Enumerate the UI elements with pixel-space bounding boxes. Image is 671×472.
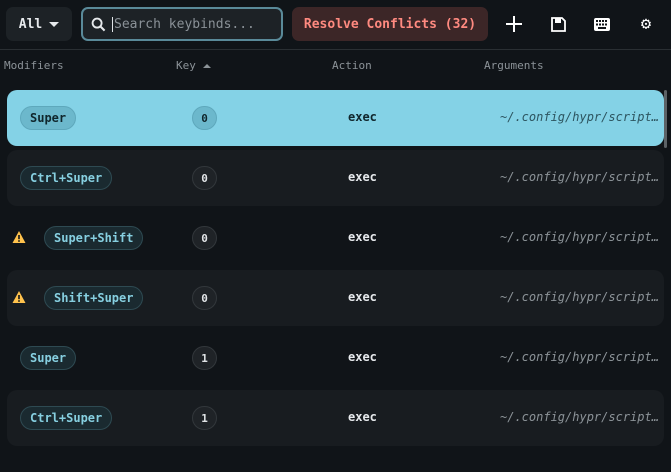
add-icon[interactable]: [502, 12, 526, 36]
action-text: exec: [348, 230, 377, 244]
resolve-conflicts-button[interactable]: Resolve Conflicts (32): [292, 7, 488, 41]
header-action[interactable]: Action: [332, 59, 372, 72]
arguments-text: ~/.config/hypr/scripts…: [500, 350, 662, 364]
modifier-badge: Ctrl+Super: [20, 406, 113, 430]
action-text: exec: [348, 290, 377, 304]
chevron-down-icon: [49, 21, 60, 27]
header-key-label: Key: [176, 59, 196, 72]
arguments-text: ~/.config/hypr/scripts…: [500, 170, 662, 184]
search-input[interactable]: [112, 16, 272, 32]
key-badge: 1: [192, 406, 217, 430]
key-badge: 0: [192, 166, 217, 190]
header-modifiers[interactable]: Modifiers: [4, 59, 64, 72]
scrollbar[interactable]: [664, 90, 667, 148]
search-icon: [91, 17, 106, 31]
filter-label: All: [18, 16, 43, 32]
sort-ascending-icon: [202, 63, 211, 68]
modifier-badge: Super+Shift: [44, 226, 144, 250]
settings-gear-icon[interactable]: ⚙: [634, 12, 658, 36]
arguments-text: ~/.config/hypr/scripts…: [500, 410, 662, 424]
table-row[interactable]: Super 1 exec ~/.config/hypr/scripts…: [7, 330, 664, 386]
toolbar-divider: [0, 49, 671, 50]
table-row[interactable]: Super 0 exec ~/.config/hypr/scripts…: [7, 90, 664, 146]
table-row[interactable]: Super+Shift 0 exec ~/.config/hypr/script…: [7, 210, 664, 266]
keyboard-icon[interactable]: [590, 12, 614, 36]
warning-icon: [12, 291, 26, 303]
modifier-badge: Super: [20, 346, 77, 370]
action-text: exec: [348, 110, 377, 124]
arguments-text: ~/.config/hypr/scripts…: [500, 290, 662, 304]
table-row[interactable]: Ctrl+Super 1 exec ~/.config/hypr/scripts…: [7, 390, 664, 446]
modifier-badge: Shift+Super: [44, 286, 144, 310]
modifier-badge: Super: [20, 106, 77, 130]
action-text: exec: [348, 170, 377, 184]
key-badge: 0: [192, 106, 217, 130]
filter-dropdown[interactable]: All: [6, 7, 72, 41]
header-key[interactable]: Key: [176, 59, 211, 72]
arguments-text: ~/.config/hypr/scripts…: [500, 230, 662, 244]
modifier-badge: Ctrl+Super: [20, 166, 113, 190]
key-badge: 0: [192, 226, 217, 250]
table-row[interactable]: Ctrl+Super 0 exec ~/.config/hypr/scripts…: [7, 150, 664, 206]
key-badge: 1: [192, 346, 217, 370]
action-text: exec: [348, 350, 377, 364]
warning-icon: [12, 231, 26, 243]
search-box[interactable]: [81, 7, 283, 41]
action-text: exec: [348, 410, 377, 424]
key-badge: 0: [192, 286, 217, 310]
table-row[interactable]: Shift+Super 0 exec ~/.config/hypr/script…: [7, 270, 664, 326]
header-arguments[interactable]: Arguments: [484, 59, 544, 72]
arguments-text: ~/.config/hypr/scripts…: [500, 110, 662, 124]
save-icon[interactable]: [546, 12, 570, 36]
